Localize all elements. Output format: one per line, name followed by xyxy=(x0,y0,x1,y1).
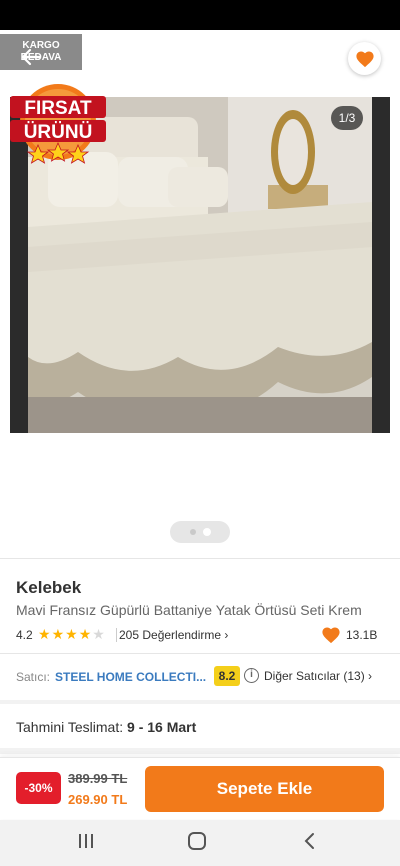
seller-row: Satıcı: STEEL HOME COLLECTI... 8.2 i Diğ… xyxy=(16,665,386,687)
reviews-label: 205 Değerlendirme xyxy=(119,628,222,642)
firsat-badge-line1: FIRSAT xyxy=(24,98,92,119)
seller-score-badge: 8.2 xyxy=(214,666,240,686)
home-icon[interactable] xyxy=(188,832,206,850)
favorite-button[interactable] xyxy=(348,42,381,75)
info-icon[interactable]: i xyxy=(244,668,259,683)
star-icon: ★ xyxy=(78,626,92,642)
rating-value: 4.2 xyxy=(16,628,33,642)
add-to-cart-button[interactable]: Sepete Ekle xyxy=(145,766,384,812)
old-price: 389.99 TL xyxy=(68,771,128,786)
share-icon[interactable] xyxy=(302,46,326,70)
star-icon: ★ xyxy=(65,626,78,642)
star-icon: ★ xyxy=(51,626,65,642)
other-sellers-link[interactable]: Diğer Satıcılar (13) › xyxy=(264,669,372,683)
back-arrow-icon[interactable] xyxy=(20,46,42,68)
new-price: 269.90 TL xyxy=(68,792,128,807)
star-icon: ★ xyxy=(38,626,51,642)
pagination-dot[interactable] xyxy=(189,529,196,535)
status-bar xyxy=(0,0,400,30)
pagination-dot-active[interactable] xyxy=(202,528,211,536)
divider xyxy=(0,558,400,559)
chevron-right-icon: › xyxy=(368,669,373,683)
section-divider xyxy=(0,700,400,704)
recent-apps-icon[interactable] xyxy=(78,834,94,848)
other-sellers-label: Diğer Satıcılar (13) xyxy=(264,669,365,683)
estimated-delivery: Tahmini Teslimat: 9 - 16 Mart xyxy=(16,719,196,735)
delivery-label: Tahmini Teslimat: xyxy=(16,719,124,735)
favorite-count: 13.1B xyxy=(346,628,378,642)
back-icon[interactable] xyxy=(302,832,316,850)
seller-name-link[interactable]: STEEL HOME COLLECTI... xyxy=(55,670,206,684)
divider xyxy=(116,628,117,642)
rating-row: 4.2 ★ ★ ★ ★ ★ 205 Değerlendirme › 13.1B xyxy=(16,626,384,644)
reviews-link[interactable]: 205 Değerlendirme › xyxy=(119,628,228,642)
section-divider xyxy=(0,748,400,754)
star-empty-icon: ★ xyxy=(92,626,105,642)
rating-stars: ★ ★ ★ ★ ★ xyxy=(38,626,105,642)
seller-label: Satıcı: xyxy=(16,670,51,684)
discount-badge: -30% xyxy=(16,772,61,804)
brand-name[interactable]: Kelebek xyxy=(16,578,81,598)
firsat-badge-line2: ÜRÜNÜ xyxy=(24,122,93,143)
firsat-urunu-badge: FIRSAT ÜRÜNÜ xyxy=(10,84,106,164)
heart-icon xyxy=(322,627,340,644)
image-counter: 1/3 xyxy=(331,106,363,130)
product-title: Mavi Fransız Güpürlü Battaniye Yatak Ört… xyxy=(16,602,362,618)
chevron-right-icon: › xyxy=(224,628,229,642)
heart-icon xyxy=(355,50,374,67)
divider xyxy=(0,653,400,654)
delivery-dates: 9 - 16 Mart xyxy=(127,719,197,735)
gallery-pagination[interactable] xyxy=(170,521,230,543)
